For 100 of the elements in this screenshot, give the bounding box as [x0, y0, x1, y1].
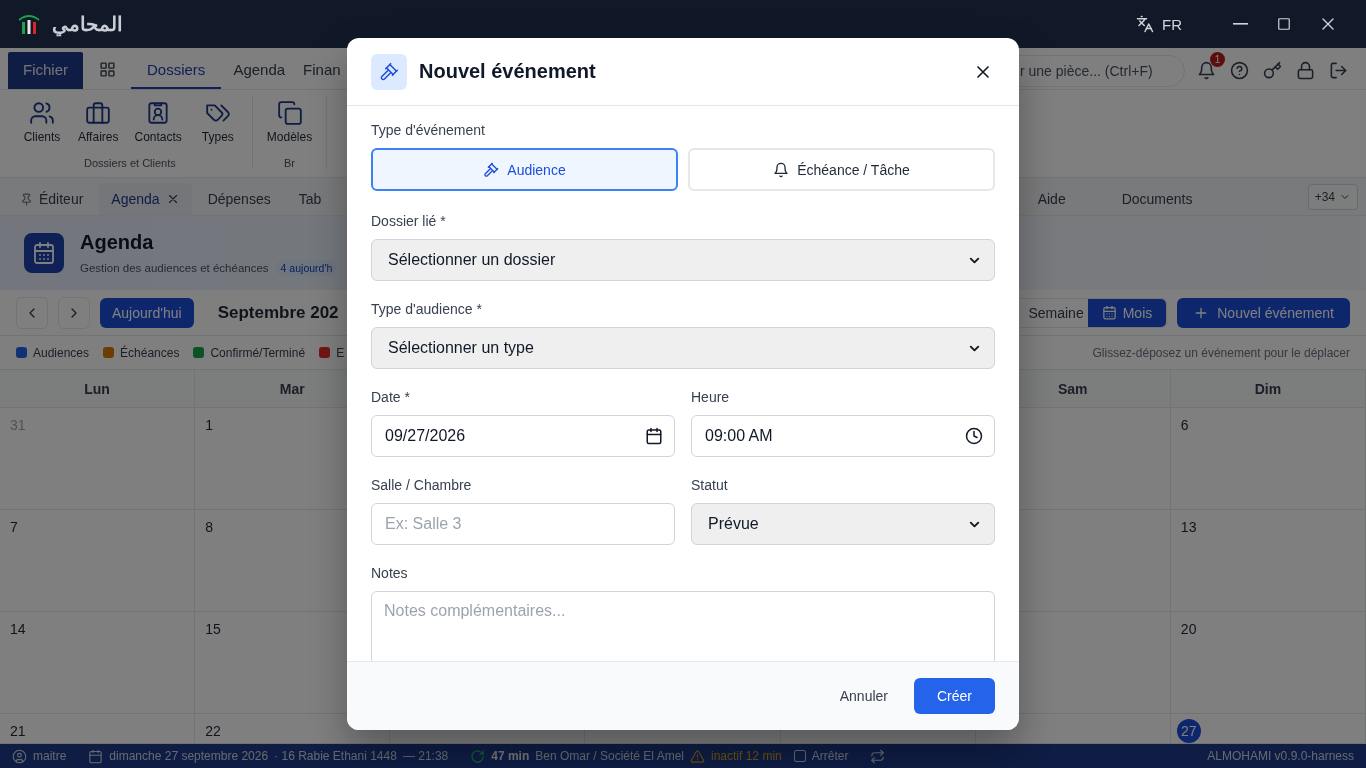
- field-label: Dossier lié *: [371, 213, 447, 229]
- stop-checkbox[interactable]: Arrêter: [793, 749, 849, 763]
- view-toggle[interactable]: Mois: [1087, 298, 1167, 327]
- document-tab[interactable]: Agenda: [99, 183, 192, 215]
- app-version: ALMOHAMI v0.9.0-harness: [1207, 749, 1354, 763]
- weekday-label: Dim: [1254, 380, 1282, 397]
- file-tab[interactable]: Fichier: [8, 52, 83, 89]
- calendar-icon: [645, 427, 663, 445]
- logo-icon: [16, 12, 42, 36]
- calendar-icon: [88, 748, 104, 764]
- legend-label: Échéances: [120, 345, 180, 360]
- document-tab[interactable]: Éditeur: [8, 183, 96, 215]
- help-icon: [1230, 61, 1249, 80]
- warning-icon: [690, 748, 705, 764]
- field-label: Type d'audience *: [371, 301, 483, 317]
- status-time: — 21:38: [402, 749, 449, 763]
- calendar-icon: [32, 241, 56, 265]
- legend-label: Audiences: [33, 345, 90, 360]
- day-number: 13: [1180, 519, 1197, 535]
- event-type-toggle[interactable]: Audience: [371, 148, 678, 191]
- day-cell[interactable]: 13: [1170, 510, 1366, 612]
- field-label: Date *: [371, 389, 411, 405]
- swap-icon: [870, 748, 886, 764]
- group-label: Dossiers et Clients: [84, 157, 176, 169]
- drag-hint: Glissez-déposez un événement pour le déplacer: [1092, 345, 1350, 360]
- weekday-label: Lun: [84, 380, 110, 397]
- timer-icon: [470, 748, 486, 764]
- ribbon-button[interactable]: Affaires: [72, 96, 125, 148]
- app-name: المحامي: [52, 12, 123, 36]
- status-date: dimanche 27 septembre 2026: [109, 749, 269, 763]
- ribbon-button[interactable]: Contacts: [128, 96, 188, 148]
- month-title: Septembre 202: [217, 302, 339, 323]
- gavel-icon: [483, 161, 500, 178]
- users-icon: [29, 100, 55, 126]
- weekday-label: Mar: [279, 380, 305, 397]
- new-event-button[interactable]: Nouvel événement: [1177, 297, 1350, 328]
- day-number: 15: [205, 621, 221, 637]
- bell-icon: [1197, 61, 1216, 80]
- timer-value: 47 min: [491, 749, 530, 763]
- ribbon-button[interactable]: Modèles: [260, 96, 319, 148]
- weekday-label: Sam: [1058, 380, 1088, 397]
- create-button[interactable]: Créer: [914, 678, 995, 714]
- day-cell[interactable]: 20: [1170, 612, 1366, 714]
- day-number: 22: [205, 723, 221, 739]
- ribbon-tab[interactable]: Finan: [297, 52, 347, 89]
- today-count-badge: 4 aujourd'h: [275, 259, 337, 276]
- select-field[interactable]: Sélectionner un dossier: [371, 239, 995, 281]
- lock-icon: [1296, 61, 1315, 80]
- client-name: Ben Omar / Société El Amel: [535, 749, 684, 763]
- more-tabs-dropdown[interactable]: +34: [1307, 183, 1358, 210]
- day-cell[interactable]: 7: [0, 510, 196, 612]
- day-cell[interactable]: 6: [1170, 408, 1366, 510]
- day-number: 1: [205, 417, 213, 433]
- page-title: Agenda: [80, 230, 155, 254]
- next-button[interactable]: [58, 296, 90, 329]
- calendar-icon: [1101, 305, 1117, 320]
- clock-icon: [965, 427, 983, 445]
- document-tab[interactable]: Documents: [1109, 183, 1190, 215]
- time-field[interactable]: 09:00 AM: [691, 415, 995, 457]
- bell-icon: [773, 161, 790, 178]
- ribbon-button[interactable]: Types: [191, 96, 244, 148]
- user-name: maitre: [33, 749, 67, 763]
- user-icon: [12, 748, 27, 764]
- ribbon-button[interactable]: Clients: [16, 96, 68, 148]
- select-field[interactable]: Sélectionner un type: [371, 327, 995, 369]
- dialog-title: Nouvel événement: [419, 60, 597, 83]
- field-label: Type d'événement: [371, 122, 486, 138]
- hijri-date: · 16 Rabie Ethani 1448: [274, 749, 397, 763]
- date-field[interactable]: 09/27/2026: [371, 415, 675, 457]
- gavel-icon: [379, 61, 399, 82]
- notification-badge: 1: [1210, 52, 1225, 67]
- logout-icon: [1329, 61, 1348, 80]
- group-label: Br: [284, 157, 295, 169]
- select-field[interactable]: Prévue: [691, 503, 995, 545]
- document-tab[interactable]: Dépenses: [195, 183, 283, 215]
- document-tab[interactable]: Aide: [1025, 183, 1106, 215]
- minimize-icon: [1232, 23, 1248, 25]
- translate-icon: [1136, 15, 1154, 33]
- today-button[interactable]: Aujourd'hui: [100, 297, 194, 328]
- document-tab[interactable]: Tab: [286, 183, 334, 215]
- briefcase-icon: [85, 100, 112, 126]
- previous-button[interactable]: [16, 296, 48, 329]
- day-number: 21: [10, 723, 26, 739]
- page-subtitle: Gestion des audiences et échéances: [80, 261, 269, 274]
- key-icon: [1263, 61, 1282, 80]
- today-date-circle: 27: [1176, 719, 1201, 743]
- text-field[interactable]: Ex: Salle 3: [371, 503, 675, 545]
- notes-field[interactable]: Notes complémentaires...: [371, 591, 995, 661]
- field-label: Statut: [691, 477, 729, 493]
- language-button[interactable]: FR: [1130, 14, 1188, 34]
- day-number: 20: [1180, 621, 1197, 637]
- cancel-button[interactable]: Annuler: [831, 680, 896, 712]
- ribbon-tab[interactable]: Dossiers: [131, 52, 222, 89]
- day-number: 8: [205, 519, 213, 535]
- maximize-icon: [1275, 15, 1293, 33]
- event-type-toggle[interactable]: Échéance / Tâche: [688, 148, 995, 191]
- day-number: 6: [1180, 417, 1189, 433]
- ribbon-tab[interactable]: Agenda: [221, 52, 298, 89]
- field-label: Heure: [691, 389, 731, 405]
- day-cell[interactable]: 14: [0, 612, 196, 714]
